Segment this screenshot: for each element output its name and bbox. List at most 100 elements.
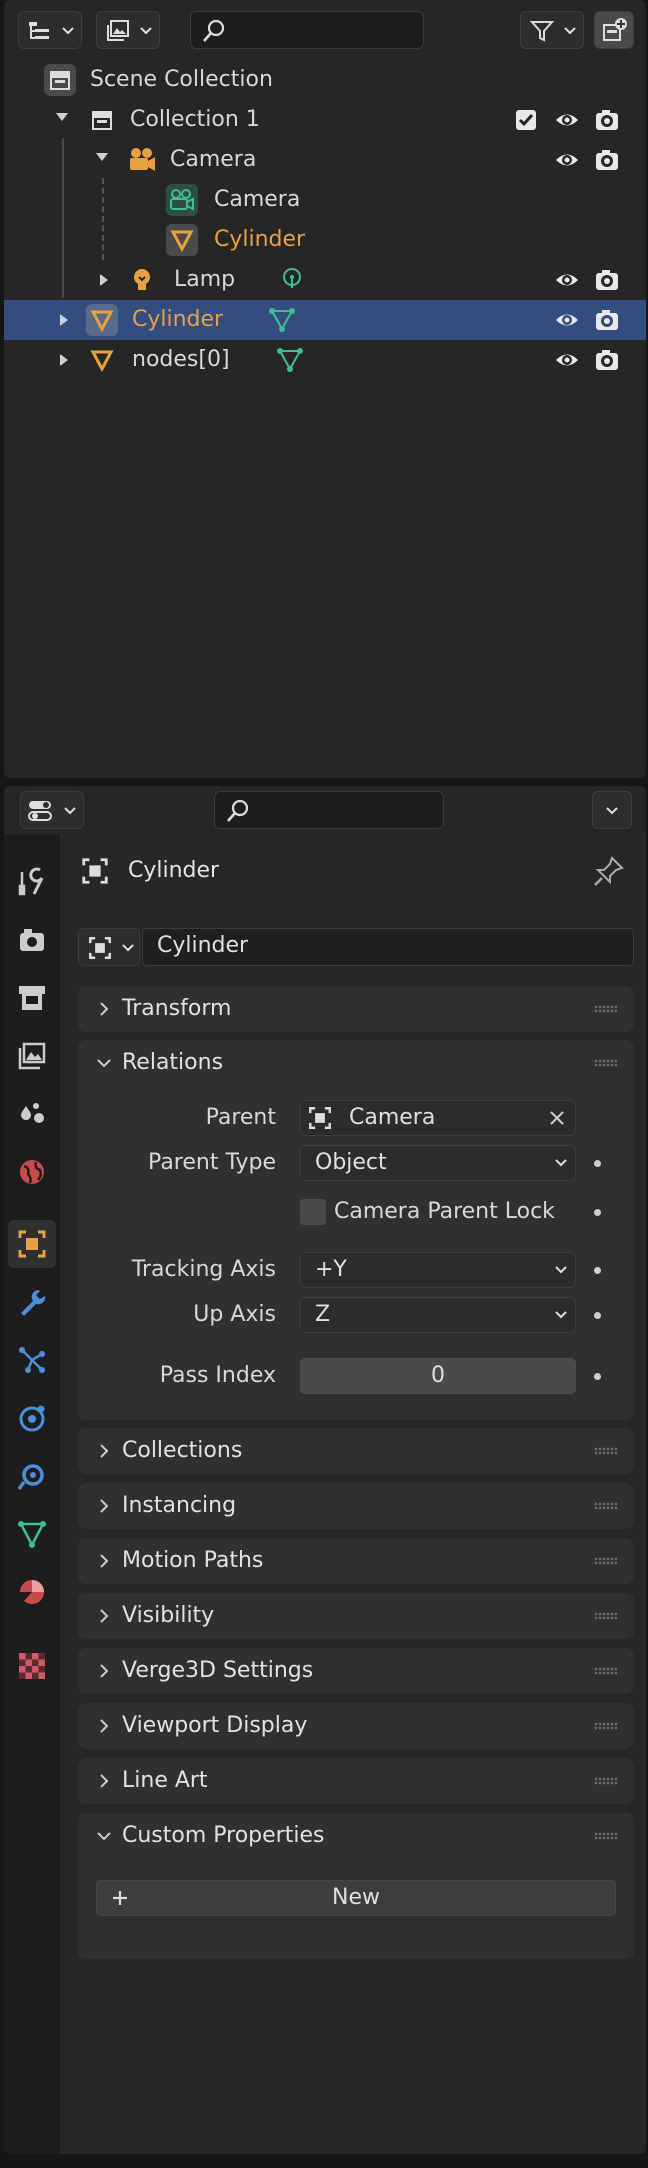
eye-icon[interactable] — [554, 348, 580, 372]
tab-data[interactable] — [8, 1510, 56, 1558]
tab-output[interactable] — [8, 974, 56, 1022]
drag-handle-icon[interactable] — [594, 1059, 618, 1067]
outliner-row-camera[interactable]: Camera — [4, 140, 646, 180]
keyframe-dot-icon[interactable] — [594, 1160, 601, 1167]
object-name-field[interactable]: Cylinder — [142, 928, 634, 966]
tab-modifiers[interactable] — [8, 1278, 56, 1326]
chevron-down-icon — [122, 944, 134, 952]
object-browse-dropdown[interactable] — [78, 928, 140, 966]
tab-physics[interactable] — [8, 1394, 56, 1442]
drag-handle-icon[interactable] — [594, 1832, 618, 1840]
pin-icon[interactable] — [592, 854, 626, 888]
view-layer-dropdown[interactable] — [96, 11, 160, 49]
camera-render-icon[interactable] — [594, 308, 620, 332]
panel-line-art[interactable]: Line Art — [78, 1758, 634, 1804]
properties-search-input[interactable] — [214, 791, 444, 829]
drag-handle-icon[interactable] — [594, 1612, 618, 1620]
expand-arrow-icon[interactable] — [100, 274, 108, 286]
relations-header[interactable]: Relations — [78, 1040, 634, 1086]
tab-object[interactable] — [8, 1220, 56, 1268]
outliner-row-nodes[interactable]: nodes[0] — [4, 340, 646, 380]
panel-motion-paths[interactable]: Motion Paths — [78, 1538, 634, 1584]
panel-transform[interactable]: Transform — [78, 986, 634, 1032]
view-layer-icon — [18, 1042, 46, 1070]
camera-parent-lock-checkbox[interactable] — [300, 1199, 326, 1225]
drag-handle-icon[interactable] — [594, 1722, 618, 1730]
drag-handle-icon[interactable] — [594, 1502, 618, 1510]
new-property-button[interactable]: New — [96, 1880, 616, 1916]
up-axis-value: Z — [315, 1302, 331, 1327]
tab-world[interactable] — [8, 1148, 56, 1196]
scene-collection-label: Scene Collection — [90, 67, 273, 92]
expand-arrow-icon[interactable] — [60, 314, 68, 326]
panel-title: Verge3D Settings — [122, 1658, 314, 1683]
camera-render-icon[interactable] — [594, 108, 620, 132]
tab-material[interactable] — [8, 1568, 56, 1616]
custom-properties-header[interactable]: Custom Properties — [78, 1813, 634, 1859]
panel-collections[interactable]: Collections — [78, 1428, 634, 1474]
filter-dropdown[interactable] — [520, 11, 584, 49]
tab-scene[interactable] — [8, 1090, 56, 1138]
light-data-icon[interactable] — [276, 264, 308, 296]
outliner-row-camera-data[interactable]: Camera — [4, 180, 646, 220]
display-mode-dropdown[interactable] — [18, 11, 82, 49]
panel-relations: Relations Parent Camera Parent Type Obje… — [78, 1040, 634, 1420]
expand-arrow-icon[interactable] — [96, 153, 108, 161]
eye-icon[interactable] — [554, 148, 580, 172]
parent-field[interactable]: Camera — [300, 1100, 576, 1136]
eye-icon[interactable] — [554, 308, 580, 332]
drag-handle-icon[interactable] — [594, 1557, 618, 1565]
camera-render-icon[interactable] — [594, 268, 620, 292]
eye-icon[interactable] — [554, 268, 580, 292]
outliner-row-scene-collection[interactable]: Scene Collection — [4, 60, 646, 100]
editor-type-dropdown[interactable] — [20, 791, 84, 829]
close-icon[interactable] — [549, 1110, 565, 1126]
new-collection-icon — [603, 18, 627, 41]
keyframe-dot-icon[interactable] — [594, 1373, 601, 1380]
mesh-data-icon[interactable] — [266, 304, 298, 336]
outliner-row-cylinder-child[interactable]: Cylinder — [4, 220, 646, 260]
outliner-row-collection-1[interactable]: Collection 1 — [4, 100, 646, 140]
tab-texture[interactable] — [8, 1642, 56, 1690]
camera-render-icon[interactable] — [594, 148, 620, 172]
drag-handle-icon[interactable] — [594, 1667, 618, 1675]
cylinder-child-label: Cylinder — [214, 227, 306, 252]
new-collection-button[interactable] — [594, 11, 634, 49]
keyframe-dot-icon[interactable] — [594, 1209, 601, 1216]
tracking-axis-label: Tracking Axis — [131, 1257, 276, 1282]
tab-view-layer[interactable] — [8, 1032, 56, 1080]
expand-arrow-icon[interactable] — [56, 113, 68, 121]
drag-handle-icon[interactable] — [594, 1777, 618, 1785]
tab-constraints[interactable] — [8, 1452, 56, 1500]
panel-title: Instancing — [122, 1493, 237, 1518]
tracking-axis-dropdown[interactable]: +Y — [300, 1252, 576, 1288]
panel-verge3d-settings[interactable]: Verge3D Settings — [78, 1648, 634, 1694]
outliner-row-lamp[interactable]: Lamp — [4, 260, 646, 300]
tab-render[interactable] — [8, 916, 56, 964]
tab-particles[interactable] — [8, 1336, 56, 1384]
camera-object-icon — [126, 144, 158, 176]
eye-icon[interactable] — [554, 108, 580, 132]
keyframe-dot-icon[interactable] — [594, 1267, 601, 1274]
lamp-label: Lamp — [174, 267, 236, 292]
properties-editor: Cylinder Cylinder Transform Relations Pa… — [4, 786, 646, 2154]
up-axis-dropdown[interactable]: Z — [300, 1297, 576, 1333]
tab-tool[interactable] — [8, 858, 56, 906]
exclude-checkbox[interactable] — [514, 108, 540, 132]
parent-type-dropdown[interactable]: Object — [300, 1145, 576, 1181]
panel-visibility[interactable]: Visibility — [78, 1593, 634, 1639]
pass-index-field[interactable]: 0 — [300, 1358, 576, 1394]
mesh-data-icon[interactable] — [274, 344, 306, 376]
chevron-right-icon — [100, 1554, 109, 1568]
drag-handle-icon[interactable] — [594, 1005, 618, 1013]
keyframe-dot-icon[interactable] — [594, 1312, 601, 1319]
panel-instancing[interactable]: Instancing — [78, 1483, 634, 1529]
panel-viewport-display[interactable]: Viewport Display — [78, 1703, 634, 1749]
camera-render-icon[interactable] — [594, 348, 620, 372]
chevron-down-icon — [97, 1832, 111, 1841]
options-dropdown[interactable] — [592, 791, 632, 829]
outliner-row-cylinder[interactable]: Cylinder — [4, 300, 646, 340]
drag-handle-icon[interactable] — [594, 1447, 618, 1455]
outliner-search-input[interactable] — [190, 11, 424, 49]
expand-arrow-icon[interactable] — [60, 354, 68, 366]
